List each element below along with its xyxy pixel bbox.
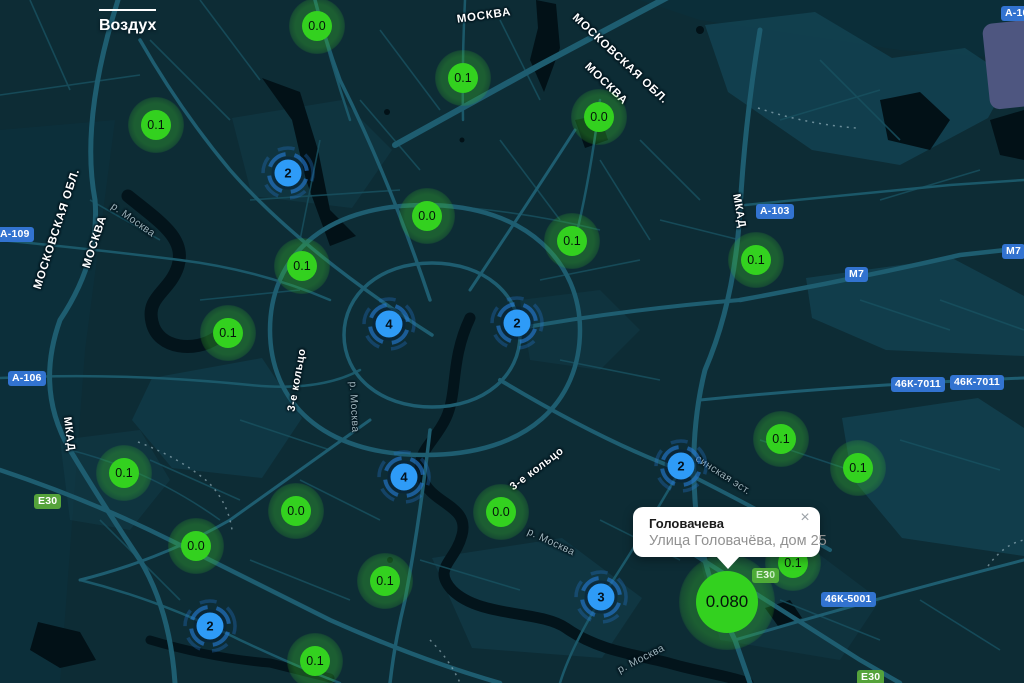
popup-title: Головачева xyxy=(649,516,724,531)
marker-value: 0.080 xyxy=(696,571,758,633)
marker-value: 0.0 xyxy=(486,497,516,527)
cluster-count: 4 xyxy=(391,464,418,491)
popup-subtitle: Улица Головачёва, дом 25 xyxy=(649,533,827,549)
marker-value: 0.1 xyxy=(766,424,796,454)
marker-value: 0.0 xyxy=(584,102,614,132)
cluster-count: 2 xyxy=(275,160,302,187)
marker-value: 0.1 xyxy=(741,245,771,275)
marker-value: 0.0 xyxy=(281,496,311,526)
popup-tail xyxy=(716,556,740,569)
marker-value: 0.0 xyxy=(181,531,211,561)
marker-value: 0.0 xyxy=(412,201,442,231)
marker-value: 0.1 xyxy=(213,318,243,348)
cluster-count: 3 xyxy=(588,584,615,611)
map-canvas[interactable]: МОСКВАМОСКОВСКАЯ ОБЛ.МОСКВАМОСКОВСКАЯ ОБ… xyxy=(0,0,1024,683)
marker-value: 0.1 xyxy=(300,646,330,676)
marker-value: 0.1 xyxy=(141,110,171,140)
cluster-count: 2 xyxy=(668,453,695,480)
close-icon[interactable]: × xyxy=(796,509,814,527)
cluster-count: 4 xyxy=(376,311,403,338)
marker-value: 0.1 xyxy=(109,458,139,488)
marker-value: 0.1 xyxy=(557,226,587,256)
tab-air-label: Воздух xyxy=(99,17,156,34)
info-popup: Головачева Улица Головачёва, дом 25 × xyxy=(633,507,820,557)
tab-air[interactable]: Воздух xyxy=(99,9,156,35)
marker-value: 0.1 xyxy=(843,453,873,483)
marker-value: 0.1 xyxy=(448,63,478,93)
marker-value: 0.1 xyxy=(287,251,317,281)
marker-value: 0.1 xyxy=(370,566,400,596)
cluster-count: 2 xyxy=(504,310,531,337)
marker-value: 0.0 xyxy=(302,11,332,41)
cluster-count: 2 xyxy=(197,613,224,640)
